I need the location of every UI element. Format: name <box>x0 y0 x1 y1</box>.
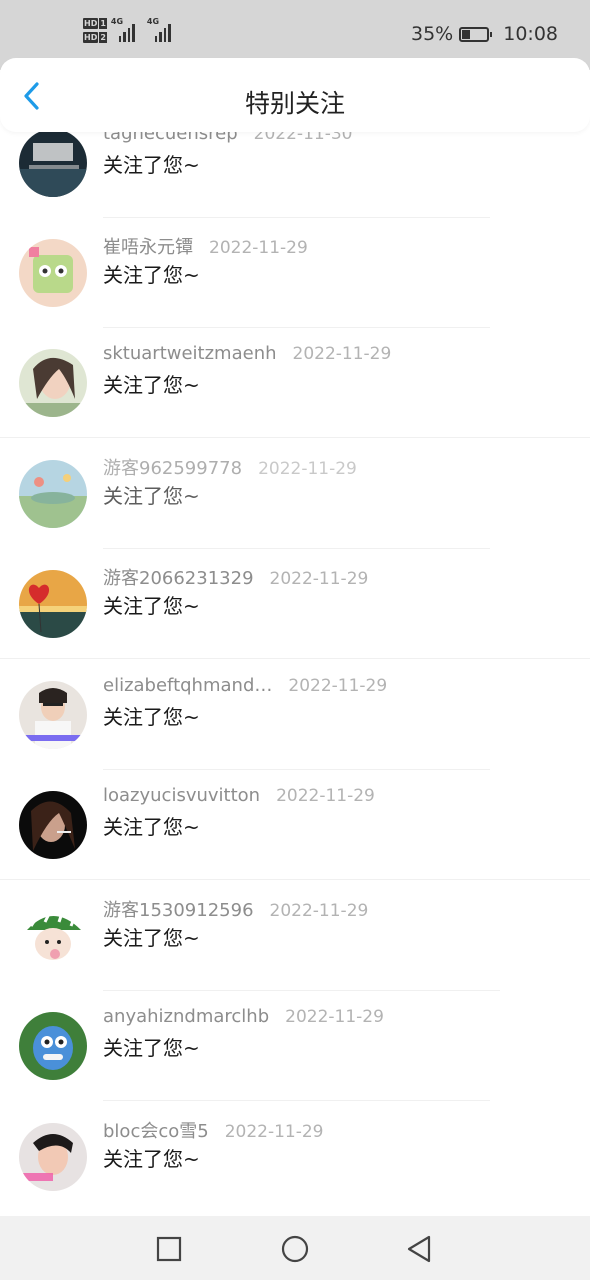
username: 游客962599778 <box>103 458 243 479</box>
hd-number: 2 <box>99 32 107 43</box>
username: loazyucisvuvitton <box>103 785 261 806</box>
avatar[interactable] <box>19 681 87 749</box>
timestamp: 2022-11-29 <box>276 786 375 806</box>
timestamp: 2022-11-29 <box>209 238 308 258</box>
list-item[interactable]: 游客2066231329 2022-11-29 关注了您~ <box>0 558 590 668</box>
timestamp: 2022-11-30 <box>253 132 353 144</box>
notification-message: 关注了您~ <box>103 263 200 287</box>
signal-icon: 4G <box>147 18 179 42</box>
hd-badge-1: HD 1 <box>83 18 107 29</box>
avatar[interactable] <box>19 349 87 417</box>
notification-list[interactable]: taghecuensrep 2022-11-30 关注了您~ 崔唔永元镡 2022-… <box>0 132 590 1216</box>
username: 崔唔永元镡 <box>103 237 193 258</box>
list-item[interactable]: 游客962599778 2022-11-29 关注了您~ <box>0 448 590 558</box>
hd-label: HD <box>83 18 99 29</box>
divider <box>103 548 490 549</box>
divider <box>0 879 590 880</box>
avatar[interactable] <box>19 1123 87 1191</box>
timestamp: 2022-11-29 <box>258 459 357 479</box>
username: bloc会co雪5 <box>103 1121 209 1142</box>
username: sktuartweitzmaenh <box>103 343 277 364</box>
clock: 10:08 <box>503 23 558 45</box>
app-header: 特别关注 <box>0 58 590 132</box>
system-back-button[interactable] <box>403 1232 437 1266</box>
notification-message: 关注了您~ <box>103 1036 200 1060</box>
divider <box>0 437 590 438</box>
avatar[interactable] <box>19 570 87 638</box>
divider <box>103 990 500 991</box>
divider <box>103 327 490 328</box>
avatar[interactable] <box>19 460 87 528</box>
battery-icon <box>459 26 493 42</box>
divider <box>103 1100 490 1101</box>
notification-message: 关注了您~ <box>103 153 200 177</box>
timestamp: 2022-11-29 <box>224 1122 324 1142</box>
notification-message: 关注了您~ <box>103 484 200 508</box>
hd-label: HD <box>83 32 99 43</box>
notification-message: 关注了您~ <box>103 594 200 618</box>
avatar[interactable] <box>19 239 87 307</box>
list-item[interactable]: elizabeftqhmand… 2022-11-29 关注了您~ <box>0 669 590 779</box>
signal-indicators: HD 1 HD 2 4G 4G <box>83 18 179 43</box>
list-item[interactable]: bloc会co雪5 2022-11-29 关注了您~ <box>0 1111 590 1216</box>
signal-icon: 4G <box>111 18 143 42</box>
notification-message: 关注了您~ <box>103 1147 200 1171</box>
username: anyahizndmarclhb <box>103 1006 270 1027</box>
page-title: 特别关注 <box>244 89 345 118</box>
divider <box>103 217 490 218</box>
hd-number: 1 <box>99 18 107 29</box>
divider <box>0 658 590 659</box>
home-button[interactable] <box>278 1232 312 1266</box>
notification-message: 关注了您~ <box>103 373 200 397</box>
triangle-back-icon <box>407 1235 431 1263</box>
username: elizabeftqhmand… <box>103 675 273 696</box>
avatar[interactable] <box>19 902 87 970</box>
list-item[interactable]: 崔唔永元镡 2022-11-29 关注了您~ <box>0 227 590 337</box>
username: taghecuensrep <box>103 132 238 144</box>
list-item[interactable]: taghecuensrep 2022-11-30 关注了您~ <box>0 132 590 227</box>
notification-message: 关注了您~ <box>103 926 200 950</box>
list-item[interactable]: anyahizndmarclhb 2022-11-29 关注了您~ <box>0 1000 590 1110</box>
notification-message: 关注了您~ <box>103 705 200 729</box>
square-recents-icon <box>156 1236 182 1262</box>
notification-message: 关注了您~ <box>103 815 200 839</box>
timestamp: 2022-11-29 <box>292 344 392 364</box>
username: 游客2066231329 <box>103 568 254 589</box>
username: 游客1530912596 <box>103 900 254 921</box>
circle-home-icon <box>281 1235 309 1263</box>
list-item[interactable]: loazyucisvuvitton 2022-11-29 关注了您~ <box>0 779 590 889</box>
battery-percent: 35% <box>411 23 454 45</box>
avatar[interactable] <box>19 132 87 197</box>
list-item[interactable]: sktuartweitzmaenh 2022-11-29 关注了您~ <box>0 337 590 447</box>
timestamp: 2022-11-29 <box>285 1007 384 1027</box>
system-nav-bar <box>0 1216 590 1280</box>
status-right: 35% 10:08 <box>411 23 558 45</box>
recent-apps-button[interactable] <box>152 1232 186 1266</box>
avatar[interactable] <box>19 1012 87 1080</box>
timestamp: 2022-11-29 <box>269 901 369 921</box>
divider <box>103 769 490 770</box>
hd-badge-2: HD 2 <box>83 32 107 43</box>
list-item[interactable]: 游客1530912596 2022-11-29 关注了您~ <box>0 890 590 1000</box>
timestamp: 2022-11-29 <box>288 676 388 696</box>
timestamp: 2022-11-29 <box>269 569 369 589</box>
avatar[interactable] <box>19 791 87 859</box>
